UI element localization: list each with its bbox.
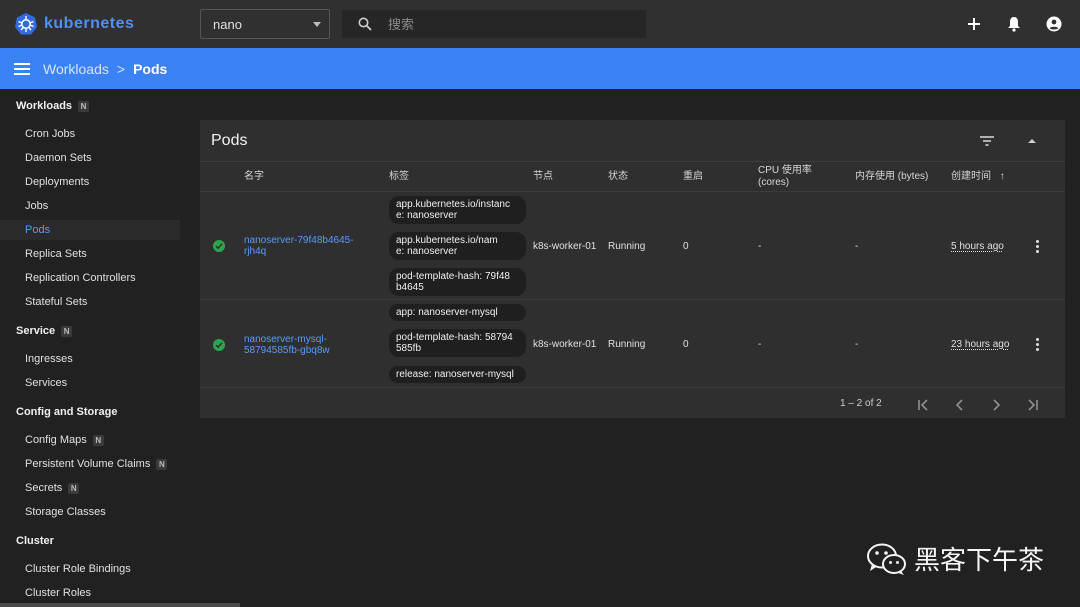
breadcrumb-workloads[interactable]: Workloads <box>43 61 109 77</box>
label-chip: app: nanoserver-mysql <box>389 304 526 321</box>
account-button[interactable] <box>1044 14 1064 34</box>
chevron-down-icon <box>313 21 321 27</box>
sidebar-item-stateful-sets[interactable]: Stateful Sets <box>25 296 87 308</box>
column-created[interactable]: 创建时间 ↑ <box>951 171 1005 183</box>
pod-created: 23 hours ago <box>951 339 1010 350</box>
pods-card: Pods 名字 标签 节点 状态 重启 CPU 使用率 (cores) 内存使用… <box>200 120 1065 418</box>
pod-cpu: - <box>758 241 762 252</box>
label-chip: pod-template-hash: 58794 585fb <box>389 329 526 357</box>
chevron-right-icon: > <box>116 60 126 77</box>
namespaced-badge: N <box>61 325 73 337</box>
kubernetes-logo-icon <box>15 13 37 35</box>
namespace-value: nano <box>213 16 242 32</box>
watermark-text: 黑客下午茶 <box>914 546 1045 576</box>
app-logo[interactable]: kubernetes <box>14 12 200 36</box>
column-memory: 内存使用 (bytes) <box>855 171 929 182</box>
breadcrumb-current: Pods <box>133 60 168 77</box>
toolbar: Workloads > Pods <box>0 48 1080 89</box>
pod-status: Running <box>608 339 646 350</box>
column-labels: 标签 <box>389 171 409 182</box>
sidebar-item-services[interactable]: Services <box>25 377 67 389</box>
pod-name-link[interactable]: nanoserver-mysql- 58794585fb-gbq8w <box>244 334 364 356</box>
pod-created: 5 hours ago <box>951 241 1004 252</box>
search-bar[interactable] <box>342 10 646 38</box>
table-header: 名字 标签 节点 状态 重启 CPU 使用率 (cores) 内存使用 (byt… <box>200 161 1065 192</box>
pod-memory: - <box>855 241 859 252</box>
search-input[interactable] <box>388 16 628 32</box>
card-title: Pods <box>211 132 248 149</box>
pod-status: Running <box>608 241 646 252</box>
table-row: nanoserver-mysql- 58794585fb-gbq8w app: … <box>200 300 1065 388</box>
pod-name-link[interactable]: nanoserver-79f48b4645- rjh4q <box>244 235 364 257</box>
previous-page-icon[interactable] <box>952 398 968 412</box>
namespaced-badge: N <box>92 434 104 446</box>
sidebar-item-config-maps[interactable]: Config Maps N <box>25 434 104 446</box>
filter-icon[interactable] <box>980 136 994 146</box>
sidebar-item-jobs[interactable]: Jobs <box>25 200 48 212</box>
search-icon <box>358 17 372 31</box>
app-name: kubernetes <box>44 15 135 32</box>
collapse-icon[interactable] <box>1028 139 1036 143</box>
sidebar-section-workloads[interactable]: Workloads N <box>16 100 90 112</box>
bell-icon <box>1008 17 1020 32</box>
sidebar-scrollbar[interactable] <box>0 603 240 607</box>
pod-node[interactable]: k8s-worker-01 <box>533 339 596 350</box>
sidebar-item-pods[interactable]: Pods <box>25 224 50 236</box>
label-chip: app.kubernetes.io/instanc e: nanoserver <box>389 196 526 224</box>
top-actions <box>964 0 1064 48</box>
sidebar-item-cron-jobs[interactable]: Cron Jobs <box>25 128 75 140</box>
namespaced-badge: N <box>156 458 168 470</box>
namespaced-badge: N <box>78 100 90 112</box>
notifications-button[interactable] <box>1004 14 1024 34</box>
sidebar: Workloads N Cron Jobs Daemon Sets Deploy… <box>0 89 190 607</box>
plus-icon <box>968 18 980 30</box>
more-vert-icon[interactable] <box>1036 240 1039 253</box>
sidebar-item-ingresses[interactable]: Ingresses <box>25 353 73 365</box>
wechat-icon <box>867 543 906 575</box>
pod-restarts: 0 <box>683 241 689 252</box>
label-chip: release: nanoserver-mysql <box>389 366 526 383</box>
column-name[interactable]: 名字 <box>244 171 264 183</box>
next-page-icon[interactable] <box>988 398 1004 412</box>
sidebar-section-config-storage[interactable]: Config and Storage <box>16 406 117 418</box>
sidebar-section-service[interactable]: Service N <box>16 325 73 337</box>
watermark: 黑客下午茶 <box>866 540 1044 577</box>
column-node: 节点 <box>533 171 553 182</box>
sort-arrow-icon: ↑ <box>999 171 1005 182</box>
sidebar-item-daemon-sets[interactable]: Daemon Sets <box>25 152 92 164</box>
pod-cpu: - <box>758 339 762 350</box>
sidebar-item-storage-classes[interactable]: Storage Classes <box>25 506 106 518</box>
pod-node[interactable]: k8s-worker-01 <box>533 241 596 252</box>
sidebar-item-cluster-role-bindings[interactable]: Cluster Role Bindings <box>25 563 131 575</box>
first-page-icon[interactable] <box>916 398 932 412</box>
namespace-select[interactable]: nano <box>200 9 330 39</box>
pagination-range: 1 – 2 of 2 <box>840 398 882 409</box>
more-vert-icon[interactable] <box>1036 338 1039 351</box>
column-status: 状态 <box>608 171 628 182</box>
sidebar-section-cluster[interactable]: Cluster <box>16 535 54 547</box>
sidebar-item-deployments[interactable]: Deployments <box>25 176 89 188</box>
sidebar-item-cluster-roles[interactable]: Cluster Roles <box>25 587 91 599</box>
column-cpu: CPU 使用率 (cores) <box>758 165 812 188</box>
column-restarts: 重启 <box>683 171 703 182</box>
sidebar-item-secrets[interactable]: Secrets N <box>25 482 80 494</box>
menu-icon[interactable] <box>14 62 30 75</box>
account-circle-icon <box>1046 16 1062 32</box>
create-button[interactable] <box>964 14 984 34</box>
table-row: nanoserver-79f48b4645- rjh4q app.kuberne… <box>200 192 1065 300</box>
last-page-icon[interactable] <box>1024 398 1040 412</box>
check-circle-icon <box>213 339 225 351</box>
label-chip: app.kubernetes.io/nam e: nanoserver <box>389 232 526 260</box>
sidebar-item-replica-sets[interactable]: Replica Sets <box>25 248 87 260</box>
namespaced-badge: N <box>68 482 80 494</box>
sidebar-item-replication-controllers[interactable]: Replication Controllers <box>25 272 136 284</box>
pod-restarts: 0 <box>683 339 689 350</box>
pagination: 1 – 2 of 2 <box>200 398 1065 418</box>
top-bar: kubernetes nano <box>0 0 1080 48</box>
check-circle-icon <box>213 240 225 252</box>
label-chip: pod-template-hash: 79f48 b4645 <box>389 268 526 296</box>
pod-memory: - <box>855 339 859 350</box>
sidebar-item-pvcs[interactable]: Persistent Volume Claims N <box>25 458 168 470</box>
